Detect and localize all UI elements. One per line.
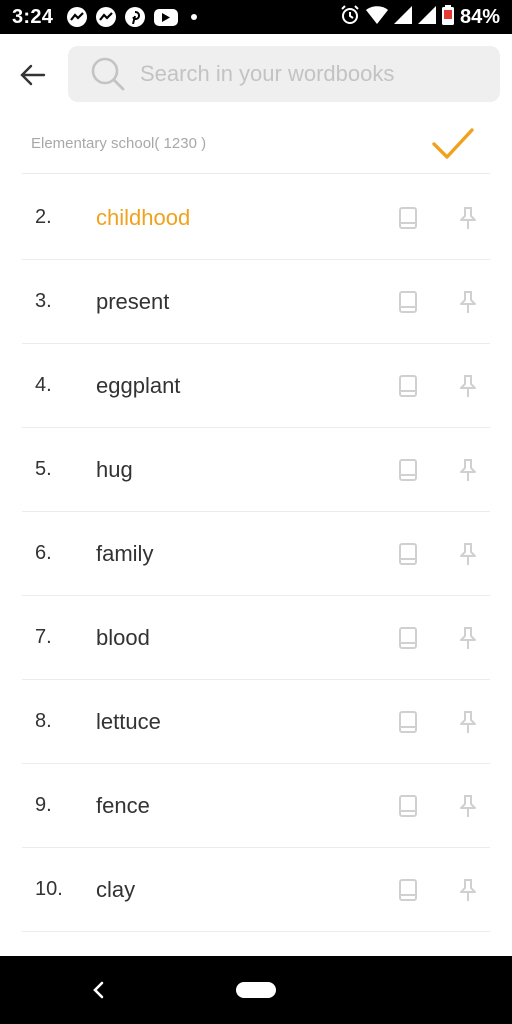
- status-time: 3:24: [12, 5, 54, 28]
- search-input[interactable]: [140, 61, 480, 87]
- signal-icon: [417, 5, 436, 29]
- word-text: present: [96, 288, 170, 314]
- book-icon[interactable]: [398, 206, 418, 230]
- wordbook-header: Elementary school( 1230 ): [22, 114, 490, 174]
- row-actions: [398, 176, 478, 260]
- checkmark-icon: [432, 128, 474, 159]
- pin-icon[interactable]: [458, 794, 478, 818]
- word-text: blood: [96, 624, 150, 650]
- word-text: family: [96, 540, 154, 566]
- word-number: 3.: [35, 290, 52, 312]
- wifi-icon: [365, 5, 388, 29]
- system-icons: 84%: [340, 4, 500, 30]
- word-row[interactable]: 10. clay: [22, 848, 490, 932]
- pin-icon[interactable]: [458, 878, 478, 902]
- book-icon[interactable]: [398, 626, 418, 650]
- messenger-icon: [67, 7, 88, 27]
- chevron-left-icon: [93, 981, 104, 999]
- pinterest-icon: [125, 7, 146, 27]
- home-pill-icon[interactable]: [236, 982, 276, 998]
- word-number: 6.: [35, 542, 52, 564]
- word-row[interactable]: 2. childhood: [22, 176, 490, 260]
- word-text: childhood: [96, 204, 191, 230]
- pin-icon[interactable]: [458, 458, 478, 482]
- row-actions: [398, 764, 478, 848]
- arrow-left-icon: [20, 64, 46, 86]
- battery-icon: [441, 4, 454, 30]
- messenger-icon: [96, 7, 117, 27]
- status-bar: 3:24 84%: [0, 0, 512, 34]
- back-button[interactable]: [18, 60, 48, 90]
- header: [0, 34, 512, 114]
- word-number: 7.: [35, 626, 52, 648]
- confirm-button[interactable]: [430, 124, 476, 164]
- word-text: eggplant: [96, 372, 181, 398]
- word-number: 10.: [35, 878, 63, 900]
- youtube-icon: [154, 8, 179, 26]
- notification-icons: [67, 7, 198, 27]
- book-icon[interactable]: [398, 290, 418, 314]
- pin-icon[interactable]: [458, 542, 478, 566]
- word-text: hug: [96, 456, 133, 482]
- pin-icon[interactable]: [458, 710, 478, 734]
- wordbook-label: Elementary school( 1230 ): [31, 135, 207, 152]
- pin-icon[interactable]: [458, 626, 478, 650]
- row-actions: [398, 680, 478, 764]
- dot-icon: [191, 14, 198, 20]
- row-actions: [398, 596, 478, 680]
- word-number: 4.: [35, 374, 52, 396]
- search-box[interactable]: [68, 46, 500, 102]
- word-number: 8.: [35, 710, 52, 732]
- pin-icon[interactable]: [458, 290, 478, 314]
- word-text: fence: [96, 792, 150, 818]
- row-actions: [398, 344, 478, 428]
- row-actions: [398, 512, 478, 596]
- word-number: 2.: [35, 206, 52, 228]
- nav-back-button[interactable]: [86, 976, 110, 1004]
- word-row[interactable]: 8. lettuce: [22, 680, 490, 764]
- book-icon[interactable]: [398, 794, 418, 818]
- signal-icon: [393, 5, 412, 29]
- book-icon[interactable]: [398, 374, 418, 398]
- word-number: 9.: [35, 794, 52, 816]
- word-row[interactable]: 6. family: [22, 512, 490, 596]
- navigation-bar: [0, 956, 512, 1024]
- book-icon[interactable]: [398, 542, 418, 566]
- book-icon[interactable]: [398, 710, 418, 734]
- row-actions: [398, 428, 478, 512]
- word-row[interactable]: 7. blood: [22, 596, 490, 680]
- word-text: lettuce: [96, 708, 161, 734]
- word-list: 2. childhood 3. present 4. eggplant 5. hug 6. fam…: [22, 176, 490, 932]
- pin-icon[interactable]: [458, 374, 478, 398]
- alarm-icon: [340, 4, 360, 30]
- word-row[interactable]: 4. eggplant: [22, 344, 490, 428]
- word-row[interactable]: 5. hug: [22, 428, 490, 512]
- search-icon: [90, 56, 126, 92]
- word-row[interactable]: 3. present: [22, 260, 490, 344]
- word-number: 5.: [35, 458, 52, 480]
- book-icon[interactable]: [398, 878, 418, 902]
- pin-icon[interactable]: [458, 206, 478, 230]
- book-icon[interactable]: [398, 458, 418, 482]
- row-actions: [398, 848, 478, 932]
- word-row[interactable]: 9. fence: [22, 764, 490, 848]
- battery-percentage: 84%: [459, 5, 500, 28]
- word-text: clay: [96, 876, 136, 902]
- row-actions: [398, 260, 478, 344]
